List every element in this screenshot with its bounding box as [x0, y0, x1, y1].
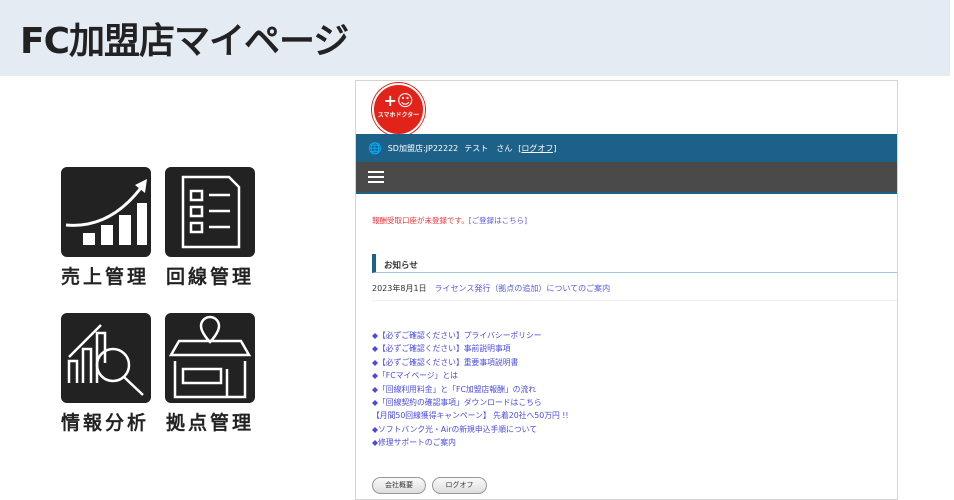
account-warning: 報酬受取口座が未登録です。[ご登録はこちら]	[372, 216, 528, 225]
globe-icon: 🌐	[368, 141, 382, 155]
user-name: テスト さん	[464, 143, 513, 153]
portal-screenshot: +☺ スマホドクター 🌐 SD加盟店:JP22222 テスト さん [ログオフ] …	[355, 80, 898, 500]
logoff-link[interactable]: [ログオフ]	[518, 143, 556, 154]
link-pre-explanation[interactable]: ◆【必ずご確認ください】事前説明事項	[372, 342, 569, 355]
page-title: FC加盟店マイページ	[20, 21, 349, 62]
register-account-link[interactable]: [ご登録はこちら]	[469, 216, 527, 225]
info-links: ◆【必ずご確認ください】プライバシーポリシー ◆【必ずご確認ください】事前説明事…	[372, 329, 569, 450]
tile-label-stores[interactable]: 拠点管理	[155, 408, 265, 435]
logoff-button[interactable]: ログオフ	[432, 477, 487, 494]
tile-label-sales[interactable]: 売上管理	[50, 262, 160, 289]
smartphone-doctor-logo: +☺ スマホドクター	[372, 83, 425, 136]
link-fc-mypage-about[interactable]: ◆「FCマイページ」とは	[372, 369, 569, 382]
analysis-icon[interactable]	[61, 313, 151, 403]
tile-label-analysis[interactable]: 情報分析	[50, 408, 160, 435]
news-heading: お知らせ	[372, 254, 897, 273]
user-bar: 🌐 SD加盟店:JP22222 テスト さん [ログオフ]	[356, 134, 897, 162]
company-profile-button[interactable]: 会社概要	[372, 477, 426, 494]
store-location-icon[interactable]	[165, 313, 255, 403]
news-item: 2023年8月1日 ライセンス発行（拠点の追加）についてのご案内	[372, 283, 897, 301]
sales-growth-icon[interactable]	[61, 167, 151, 257]
link-repair-support[interactable]: ◆修理サポートのご案内	[372, 436, 569, 449]
link-softbank-procedure[interactable]: ◆ソフトバンク光・Airの新規申込手順について	[372, 423, 569, 436]
link-campaign[interactable]: 【月間50回線獲得キャンペーン】 先着20社へ50万円 !!	[372, 409, 569, 422]
link-important-matters[interactable]: ◆【必ずご確認ください】重要事項説明書	[372, 356, 569, 369]
tile-label-lines[interactable]: 回線管理	[155, 262, 265, 289]
link-privacy-policy[interactable]: ◆【必ずご確認ください】プライバシーポリシー	[372, 329, 569, 342]
link-fee-flow[interactable]: ◆「回線利用料金」と「FC加盟店報酬」の流れ	[372, 383, 569, 396]
hamburger-menu-icon[interactable]	[368, 171, 384, 183]
nav-bar	[356, 162, 897, 194]
checklist-icon[interactable]	[165, 167, 255, 257]
news-link[interactable]: ライセンス発行（拠点の追加）についてのご案内	[435, 284, 611, 293]
link-contract-download[interactable]: ◆「回線契約の確認事項」ダウンロードはこちら	[372, 396, 569, 409]
store-id: SD加盟店:JP22222	[387, 143, 459, 153]
